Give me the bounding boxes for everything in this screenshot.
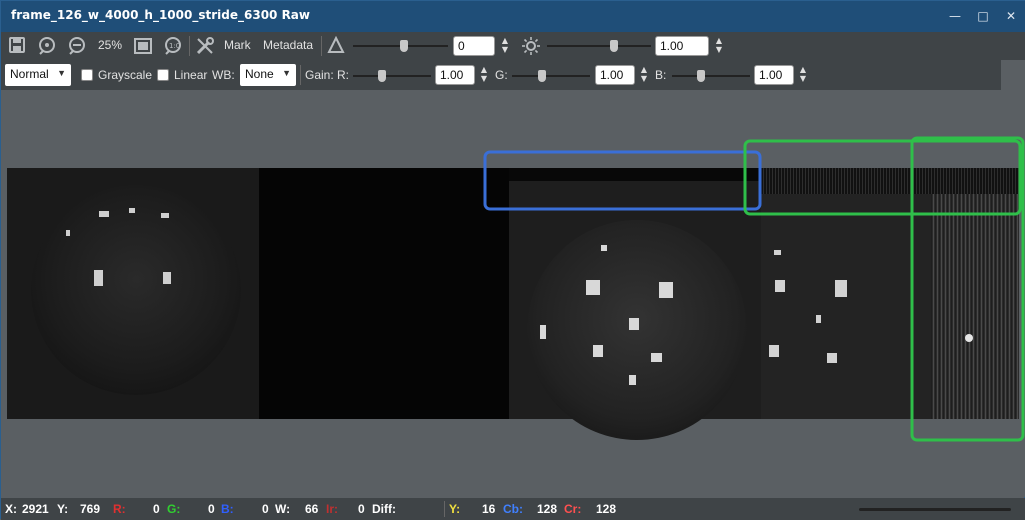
- fit-icon[interactable]: [133, 36, 153, 56]
- linear-label: Linear: [174, 68, 208, 82]
- gain-g-slider-track[interactable]: [512, 75, 590, 77]
- brightness-icon: [521, 36, 541, 56]
- brightness-input[interactable]: 1.00: [655, 36, 709, 56]
- mark-button[interactable]: Mark: [224, 38, 251, 52]
- contrast-input[interactable]: 0: [453, 36, 495, 56]
- zoom-level: 25%: [98, 38, 123, 52]
- striped-band: [761, 168, 1019, 194]
- gain-g-spinner[interactable]: ▲ ▼: [639, 65, 649, 85]
- status-b-label: B:: [221, 502, 234, 516]
- separator: [189, 36, 190, 56]
- maximize-button[interactable]: □: [969, 1, 997, 32]
- status-w-value: 66: [305, 502, 319, 516]
- status-cr-label: Cr:: [564, 502, 582, 516]
- gain-r-input[interactable]: 1.00: [435, 65, 475, 85]
- save-icon[interactable]: [7, 36, 27, 56]
- status-y-label: Y:: [57, 502, 69, 516]
- status-ir-value: 0: [358, 502, 365, 516]
- status-ir-label: Ir:: [326, 502, 338, 516]
- contrast-icon: [327, 35, 345, 56]
- svg-text:1:0: 1:0: [169, 42, 180, 50]
- gain-b-label: B:: [655, 68, 667, 82]
- status-bar: X: 2921 Y: 769 R: 0 G: 0 B: 0 W: 66 Ir: …: [1, 498, 1025, 520]
- gain-r-spinner[interactable]: ▲ ▼: [479, 65, 489, 85]
- brightness-slider-track[interactable]: [547, 45, 651, 47]
- close-button[interactable]: ✕: [997, 1, 1025, 32]
- status-luma-value: 16: [482, 502, 496, 516]
- metadata-button[interactable]: Metadata: [263, 38, 313, 52]
- status-g-value: 0: [208, 502, 215, 516]
- app-window: frame_126_w_4000_h_1000_stride_6300 Raw …: [0, 0, 1025, 520]
- gain-r-slider-track[interactable]: [353, 75, 431, 77]
- separator: [444, 501, 445, 517]
- gain-label: Gain:: [305, 68, 334, 82]
- minimize-button[interactable]: —: [941, 1, 969, 32]
- status-cb-value: 128: [537, 502, 558, 516]
- gain-r-slider-thumb[interactable]: [378, 70, 386, 82]
- grayscale-checkbox[interactable]: [81, 69, 93, 81]
- wb-select[interactable]: None ▼: [240, 64, 296, 86]
- main-toolbar: 25% 1:0 Mark Metadata 0 ▲ ▼ 1.00 ▲ ▼: [1, 32, 1025, 60]
- gain-g-slider-thumb[interactable]: [538, 70, 546, 82]
- gain-r-label: R:: [337, 68, 349, 82]
- status-y-value: 769: [80, 502, 101, 516]
- zoom-out-icon[interactable]: [67, 36, 87, 56]
- gain-b-input[interactable]: 1.00: [754, 65, 794, 85]
- gain-b-slider-track[interactable]: [672, 75, 750, 77]
- noise-strip: [931, 194, 1019, 419]
- grayscale-label: Grayscale: [98, 68, 153, 82]
- title-bar: frame_126_w_4000_h_1000_stride_6300 Raw …: [1, 1, 1025, 32]
- status-g-label: G:: [167, 502, 181, 516]
- raw-image: [7, 136, 1025, 442]
- separator: [321, 36, 322, 56]
- status-cr-value: 128: [596, 502, 617, 516]
- gain-g-input[interactable]: 1.00: [595, 65, 635, 85]
- black-region: [259, 168, 511, 419]
- gain-g-label: G:: [495, 68, 508, 82]
- color-toolbar: Normal ▼ Grayscale Linear WB: None ▼ Gai…: [1, 60, 1001, 90]
- status-cb-label: Cb:: [503, 502, 523, 516]
- tools-icon[interactable]: [195, 36, 215, 56]
- separator: [300, 65, 301, 85]
- gain-b-spinner[interactable]: ▲ ▼: [798, 65, 808, 85]
- contrast-slider-thumb[interactable]: [400, 40, 408, 52]
- progress-bar: [859, 508, 1011, 511]
- status-r-value: 0: [153, 502, 160, 516]
- window-title: frame_126_w_4000_h_1000_stride_6300 Raw: [11, 8, 310, 22]
- status-x-value: 2921: [22, 502, 49, 516]
- chevron-down-icon: ▼: [282, 68, 291, 78]
- status-x-label: X:: [5, 502, 17, 516]
- wb-label: WB:: [212, 68, 235, 82]
- chevron-down-icon: ▼: [57, 68, 66, 78]
- blend-mode-value: Normal: [10, 67, 49, 81]
- zoom-in-icon[interactable]: [37, 36, 57, 56]
- toolbar-gap: [1001, 60, 1025, 90]
- blend-mode-select[interactable]: Normal ▼: [5, 64, 71, 86]
- status-diff-label: Diff:: [372, 502, 396, 516]
- status-luma-label: Y:: [449, 502, 461, 516]
- status-w-label: W:: [275, 502, 291, 516]
- right-frame: [761, 181, 931, 419]
- contrast-spinner[interactable]: ▲ ▼: [500, 36, 510, 56]
- actual-size-icon[interactable]: 1:0: [163, 36, 183, 56]
- status-b-value: 0: [262, 502, 269, 516]
- brightness-spinner[interactable]: ▲ ▼: [714, 36, 724, 56]
- linear-checkbox[interactable]: [157, 69, 169, 81]
- gain-b-slider-thumb[interactable]: [697, 70, 705, 82]
- brightness-slider-thumb[interactable]: [610, 40, 618, 52]
- status-r-label: R:: [113, 502, 126, 516]
- image-canvas[interactable]: [1, 90, 1025, 497]
- wb-value: None: [245, 67, 274, 81]
